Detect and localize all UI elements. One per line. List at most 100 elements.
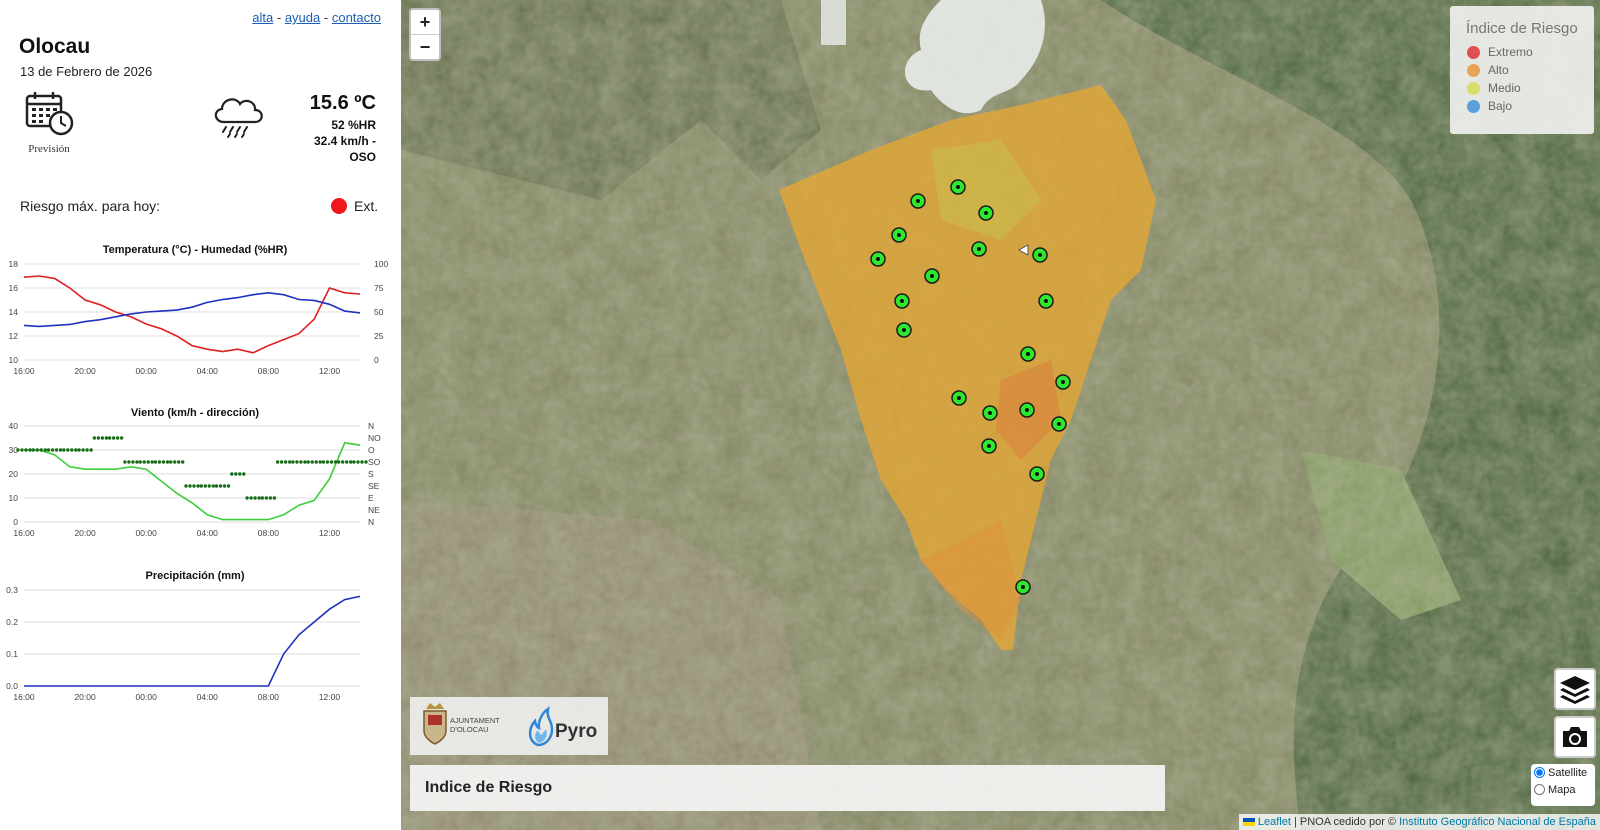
direction-tick-label: SE [368,481,380,491]
logos-panel: AJUNTAMENT D'OLOCAU Pyro [410,697,608,755]
ign-link[interactable]: Instituto Geográfico Nacional de España [1399,816,1596,828]
station-marker-center [897,233,901,237]
wind-direction-point [181,460,185,464]
wind-direction-point [249,496,253,500]
wind-direction-point [146,460,150,464]
y2-tick-label: 25 [374,331,384,341]
series-line-0 [24,441,361,521]
y-tick-label: 0.1 [6,649,18,659]
y-tick-label: 0.2 [6,617,18,627]
wind-direction-point [310,460,314,464]
legend-item-bajo: Bajo [1467,97,1594,115]
wind-direction-point [150,460,154,464]
screenshot-button[interactable] [1554,716,1596,758]
map-title-bar: Indice de Riesgo [410,765,1165,811]
current-humidity: 52 %HR [331,118,376,132]
wind-direction-point [20,448,24,452]
wind-direction-point [119,436,124,440]
station-marker-center [977,247,981,251]
legend-item-medio: Medio [1467,79,1594,97]
y2-tick-label: 50 [374,307,384,317]
wind-direction-point [203,484,207,488]
mapa-radio[interactable] [1534,784,1545,795]
map[interactable]: + − Índice de Riesgo Extremo Alto Medio … [401,0,1600,830]
y-tick-label: 40 [9,421,19,431]
wind-direction-point [28,448,32,452]
wind-direction-point [222,484,227,488]
wind-direction-point [341,460,345,464]
station-marker-center [988,411,992,415]
x-tick-label: 04:00 [197,366,219,376]
station-marker-center [1044,299,1048,303]
legend-title: Índice de Riesgo [1466,20,1578,37]
x-tick-label: 20:00 [74,366,96,376]
basemap-option-mapa[interactable]: Mapa [1534,781,1595,798]
zoom-out-button[interactable]: − [411,34,439,59]
layers-button[interactable] [1554,668,1596,710]
wind-direction-point [54,448,59,452]
wind-direction-point [234,472,238,476]
risk-label: Riesgo máx. para hoy: [20,198,161,214]
station-marker-center [1026,352,1030,356]
station-marker-center [930,274,934,278]
legend-item-alto: Alto [1467,61,1594,79]
basemap-option-satellite[interactable]: Satellite [1534,764,1595,781]
x-tick-label: 12:00 [319,366,341,376]
leaflet-link[interactable]: Leaflet [1258,816,1291,828]
wind-direction-point [85,448,89,452]
wind-direction-point [360,460,364,464]
legend-swatch [1467,99,1480,113]
x-tick-label: 12:00 [319,528,341,538]
satellite-radio[interactable] [1534,767,1545,778]
ajuntament-olocau-logo: AJUNTAMENT D'OLOCAU [423,703,500,745]
zoom-in-button[interactable]: + [411,10,439,34]
wind-direction-point [364,460,368,464]
contacto-link[interactable]: contacto [332,10,381,25]
wind-direction-point [39,448,43,452]
forecast-button[interactable]: Previsión [22,90,76,155]
legend-swatch [1467,63,1480,77]
wind-direction-point [138,460,142,464]
y-tick-label: 16 [9,283,19,293]
wind-chart: 010203040NNEESESSOONON16:00 20:00 00:00 04:… [9,421,382,538]
wind-direction-point [111,436,116,440]
wind-direction-point [74,448,78,452]
y-tick-label: 14 [9,307,19,317]
x-tick-label: 12:00 [319,692,341,702]
wind-direction-point [31,448,35,452]
ayuda-link[interactable]: ayuda [285,10,320,25]
direction-tick-label: NO [368,433,381,443]
wind-direction-point [337,460,341,464]
wind-direction-point [107,436,112,440]
layers-icon [1560,676,1590,704]
rain-cloud-icon [214,98,263,138]
alta-link[interactable]: alta [252,10,273,25]
current-date: 13 de Febrero de 2026 [20,64,153,79]
calendar-clock-icon [25,92,74,136]
ukraine-flag-icon [1242,818,1255,827]
direction-tick-label: N [368,517,374,527]
direction-tick-label: E [368,493,374,503]
y-tick-label: 0 [13,517,18,527]
x-tick-label: 08:00 [258,366,280,376]
wind-direction-point [142,460,146,464]
x-tick-label: 16:00 [13,366,35,376]
wind-direction-point [356,460,360,464]
wind-direction-point [303,460,307,464]
y-tick-label: 10 [9,355,19,365]
basemap-selector: Satellite Mapa [1531,764,1595,806]
y-tick-label: 20 [9,469,19,479]
station-marker-center [1061,380,1065,384]
wind-direction-point [287,460,292,464]
wind-direction-point [58,448,63,452]
wind-direction-point [177,460,181,464]
wind-direction-point [226,484,231,488]
wind-direction-point [279,460,284,464]
wind-direction-point [352,460,356,464]
wind-direction-point [329,460,334,464]
wind-direction-point [81,448,85,452]
wind-direction-point [104,436,109,440]
wind-direction-point [96,436,101,440]
direction-tick-label: NE [368,505,380,515]
wind-direction-point [135,460,139,464]
